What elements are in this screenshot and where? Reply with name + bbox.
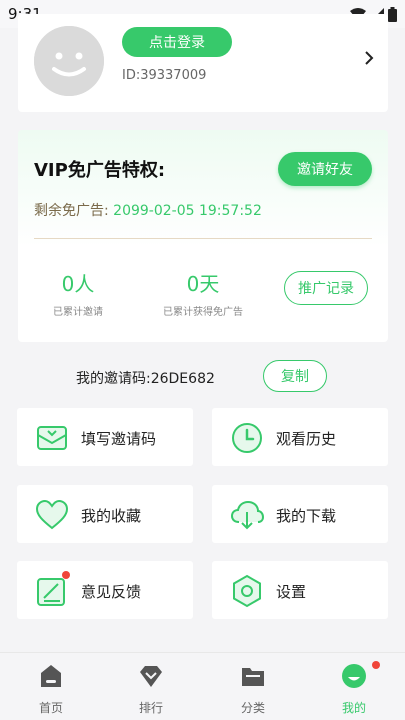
nav-label: 我的 <box>341 701 366 715</box>
promotion-record-button[interactable]: 推广记录 <box>284 271 368 305</box>
login-button[interactable]: 点击登录 <box>122 27 232 57</box>
ad-free-days-label: 已累计获得免广告 <box>163 307 243 318</box>
user-id: ID:39337009 <box>122 68 207 83</box>
nav-profile[interactable]: 我的 <box>324 661 384 716</box>
nav-label: 排行 <box>138 701 163 715</box>
avatar[interactable] <box>34 26 104 96</box>
ranking-icon <box>140 666 162 687</box>
invite-friends-button[interactable]: 邀请好友 <box>278 152 372 186</box>
cloud-download-icon <box>230 500 264 530</box>
tile-watch-history[interactable]: 观看历史 <box>212 408 388 466</box>
ad-free-row: 剩余免广告: 2099-02-05 19:57:52 <box>34 200 262 220</box>
bottom-nav: 首页 排行 分类 我的 <box>0 652 405 720</box>
ad-free-days-value: 0天 <box>186 272 220 296</box>
tile-favorites[interactable]: 我的收藏 <box>17 485 193 543</box>
ad-free-value: 2099-02-05 19:57:52 <box>113 203 262 219</box>
tile-feedback[interactable]: 意见反馈 <box>17 561 193 619</box>
vip-card: VIP免广告特权: 邀请好友 剩余免广告: 2099-02-05 19:57:5… <box>18 130 388 342</box>
invited-count-stat: 0人 已累计邀请 <box>18 268 138 318</box>
settings-icon <box>233 574 261 608</box>
tile-enter-invite-code[interactable]: 填写邀请码 <box>17 408 193 466</box>
tile-label: 意见反馈 <box>81 583 142 601</box>
nav-ranking[interactable]: 排行 <box>121 663 181 716</box>
nav-home[interactable]: 首页 <box>21 663 81 716</box>
battery-icon <box>388 7 397 22</box>
tile-downloads[interactable]: 我的下载 <box>212 485 388 543</box>
nav-category[interactable]: 分类 <box>223 663 283 716</box>
tile-label: 观看历史 <box>276 430 337 448</box>
folder-icon <box>242 668 264 686</box>
profile-card[interactable]: 点击登录 ID:39337009 <box>18 14 388 112</box>
notification-dot <box>372 661 380 669</box>
copy-button[interactable]: 复制 <box>263 360 327 392</box>
feedback-icon <box>37 578 65 606</box>
smiley-avatar-icon <box>34 26 104 96</box>
invited-count-label: 已累计邀请 <box>53 307 103 318</box>
tile-label: 我的下载 <box>276 507 337 525</box>
home-icon <box>41 665 61 687</box>
chevron-right-icon[interactable] <box>364 50 374 66</box>
divider <box>34 238 372 239</box>
heart-icon <box>35 499 69 530</box>
notification-dot <box>62 571 70 579</box>
ad-free-days-stat: 0天 已累计获得免广告 <box>128 268 278 318</box>
tile-label: 填写邀请码 <box>81 430 157 448</box>
invite-code-label: 我的邀请码:26DE682 <box>76 371 215 387</box>
vip-title: VIP免广告特权: <box>34 160 166 181</box>
mail-icon <box>37 426 67 450</box>
tile-settings[interactable]: 设置 <box>212 561 388 619</box>
nav-label: 分类 <box>240 701 265 715</box>
tile-label: 设置 <box>276 583 307 601</box>
profile-icon <box>342 664 366 688</box>
invited-count-value: 0人 <box>61 272 95 296</box>
tile-label: 我的收藏 <box>81 507 142 525</box>
invite-code-row: 我的邀请码:26DE682 复制 <box>0 360 405 394</box>
clock-icon <box>232 423 262 453</box>
nav-label: 首页 <box>38 701 63 715</box>
ad-free-label: 剩余免广告: <box>34 203 109 219</box>
